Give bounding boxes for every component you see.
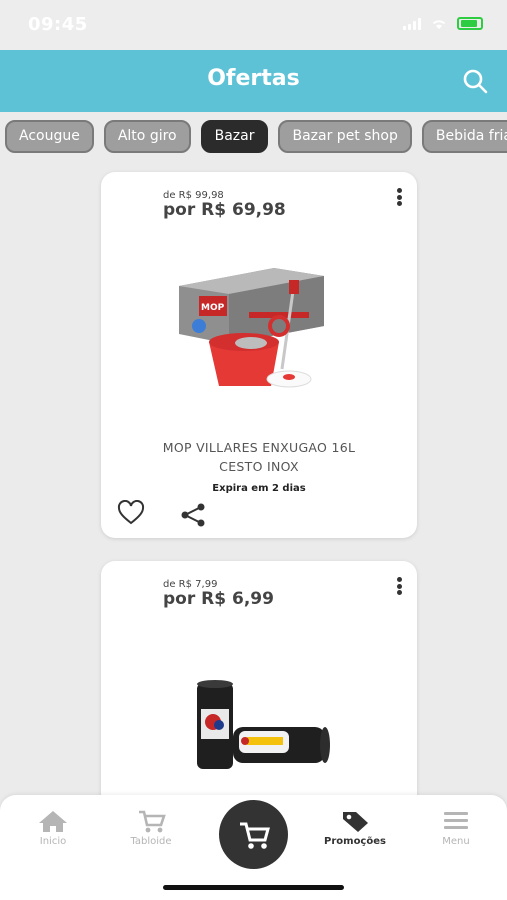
new-price: por R$ 6,99	[163, 589, 274, 609]
home-icon	[39, 811, 67, 832]
chip-alto-giro[interactable]: Alto giro	[103, 120, 191, 153]
status-bar: 09:45	[0, 0, 507, 50]
svg-text:MOP: MOP	[201, 303, 225, 313]
status-time: 09:45	[28, 14, 88, 35]
nav-tabloide[interactable]: Tabloide	[116, 809, 186, 847]
page-title: Ofertas	[207, 66, 300, 91]
offer-card[interactable]: de R$ 99,98 por R$ 69,98 MOP MOP VILLARE…	[101, 172, 417, 538]
nav-promocoes[interactable]: Promoções	[320, 809, 390, 847]
signal-icon	[403, 17, 421, 30]
expiry-label: Expira em 2 dias	[212, 483, 306, 494]
nav-label: Tabloide	[130, 836, 172, 847]
cart-button[interactable]	[219, 800, 288, 869]
status-icons	[403, 17, 483, 30]
chip-bazar-pet-shop[interactable]: Bazar pet shop	[278, 120, 412, 153]
nav-label: Menu	[442, 836, 470, 847]
wifi-icon	[432, 19, 446, 29]
cart-icon	[139, 810, 166, 833]
new-price: por R$ 69,98	[163, 200, 286, 220]
more-options-icon[interactable]	[397, 188, 403, 206]
chip-bazar[interactable]: Bazar	[200, 120, 269, 153]
menu-icon	[444, 812, 468, 829]
product-name: MOP VILLARES ENXUGAO 16L CESTO INOX	[162, 440, 356, 474]
chip-bebida-fria[interactable]: Bebida fria	[421, 120, 507, 153]
cart-icon	[240, 822, 270, 849]
chip-acougue[interactable]: Acougue	[5, 120, 94, 153]
search-icon[interactable]	[461, 67, 489, 95]
share-icon[interactable]	[179, 502, 207, 528]
home-indicator	[163, 885, 344, 890]
tag-icon	[343, 812, 368, 832]
nav-label: Inicio	[39, 836, 67, 847]
app-header: Ofertas	[0, 50, 507, 112]
product-image: MOP	[179, 268, 324, 388]
more-options-icon[interactable]	[397, 577, 403, 595]
heart-icon[interactable]	[117, 500, 145, 526]
nav-menu[interactable]: Menu	[421, 809, 491, 847]
nav-label: Promoções	[324, 836, 386, 847]
nav-inicio[interactable]: Inicio	[18, 809, 88, 847]
offer-card[interactable]: de R$ 7,99 por R$ 6,99	[101, 561, 417, 821]
product-image	[197, 680, 330, 769]
category-chips: Acougue Alto giro Bazar Bazar pet shop B…	[5, 120, 507, 153]
battery-icon	[457, 17, 483, 30]
